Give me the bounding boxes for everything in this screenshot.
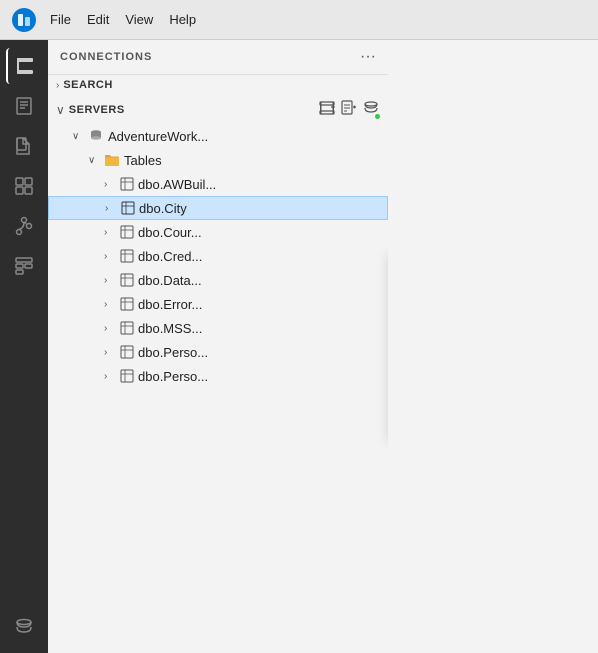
tree-view: ∨ AdventureWork... ∨ Tables › <box>48 124 388 653</box>
servers-chevron: ∨ <box>56 103 65 117</box>
activity-icon-files[interactable] <box>6 128 42 164</box>
servers-left: ∨ SERVERS <box>56 103 125 117</box>
adventureworks-chevron: ∨ <box>72 131 84 142</box>
main-layout: CONNECTIONS ··· › SEARCH ∨ SERVERS <box>0 40 598 653</box>
perso1-chevron: › <box>104 347 116 358</box>
server-icon <box>88 128 104 144</box>
error-label: dbo.Error... <box>138 297 202 312</box>
city-chevron: › <box>105 203 117 214</box>
search-section[interactable]: › SEARCH <box>48 75 388 95</box>
cred-label: dbo.Cred... <box>138 249 202 264</box>
adventureworks-label: AdventureWork... <box>108 129 208 144</box>
city-label: dbo.City <box>139 201 187 216</box>
connected-dot <box>374 113 381 120</box>
tables-label: Tables <box>124 153 162 168</box>
table-icon-perso2 <box>120 369 134 383</box>
awbuil-chevron: › <box>104 179 116 190</box>
table-icon-error <box>120 297 134 311</box>
menu-help[interactable]: Help <box>169 12 196 27</box>
awbuil-label: dbo.AWBuil... <box>138 177 216 192</box>
app-logo <box>10 6 38 34</box>
activity-icon-extensions[interactable] <box>6 168 42 204</box>
tree-item-cred[interactable]: › dbo.Cred... <box>48 244 388 268</box>
menu-bar[interactable]: File Edit View Help <box>50 12 196 27</box>
activity-icon-notebooks[interactable] <box>6 88 42 124</box>
tree-item-city[interactable]: › dbo.City <box>48 196 388 220</box>
activity-bar <box>0 40 48 653</box>
panel-header: CONNECTIONS ··· <box>48 40 388 75</box>
perso1-label: dbo.Perso... <box>138 345 208 360</box>
mss-label: dbo.MSS... <box>138 321 202 336</box>
title-bar: File Edit View Help <box>0 0 598 40</box>
activity-icon-git[interactable] <box>6 208 42 244</box>
search-label: SEARCH <box>63 79 112 91</box>
menu-edit[interactable]: Edit <box>87 12 109 27</box>
servers-label: SERVERS <box>69 104 125 116</box>
tree-item-perso1[interactable]: › dbo.Perso... <box>48 340 388 364</box>
servers-section[interactable]: ∨ SERVERS <box>48 95 388 124</box>
table-icon-perso1 <box>120 345 134 359</box>
table-icon-city <box>121 201 135 215</box>
tree-item-tables[interactable]: ∨ Tables <box>48 148 388 172</box>
add-connection-button[interactable] <box>318 99 336 120</box>
new-query-button[interactable] <box>340 99 358 120</box>
tree-item-perso2[interactable]: › dbo.Perso... <box>48 364 388 388</box>
table-icon-cred <box>120 249 134 263</box>
panel-title: CONNECTIONS <box>60 51 152 63</box>
table-icon <box>120 177 134 191</box>
table-icon-mss <box>120 321 134 335</box>
error-chevron: › <box>104 299 116 310</box>
cred-chevron: › <box>104 251 116 262</box>
perso2-label: dbo.Perso... <box>138 369 208 384</box>
data-label: dbo.Data... <box>138 273 202 288</box>
cour-chevron: › <box>104 227 116 238</box>
panel-more-button[interactable]: ··· <box>360 48 376 66</box>
menu-view[interactable]: View <box>125 12 153 27</box>
folder-icon <box>104 152 120 168</box>
content-area <box>388 40 598 653</box>
activity-icon-connections[interactable] <box>6 48 42 84</box>
tree-item-data[interactable]: › dbo.Data... <box>48 268 388 292</box>
sidebar-panel: CONNECTIONS ··· › SEARCH ∨ SERVERS <box>48 40 388 653</box>
search-chevron: › <box>56 80 59 91</box>
activity-icon-database[interactable] <box>6 609 42 645</box>
tree-item-awbuil[interactable]: › dbo.AWBuil... <box>48 172 388 196</box>
menu-file[interactable]: File <box>50 12 71 27</box>
cour-label: dbo.Cour... <box>138 225 202 240</box>
tree-item-cour[interactable]: › dbo.Cour... <box>48 220 388 244</box>
tree-item-adventureworks[interactable]: ∨ AdventureWork... <box>48 124 388 148</box>
connected-server-indicator <box>362 99 380 120</box>
perso2-chevron: › <box>104 371 116 382</box>
tree-item-error[interactable]: › dbo.Error... <box>48 292 388 316</box>
activity-icon-schema[interactable] <box>6 248 42 284</box>
table-icon-data <box>120 273 134 287</box>
data-chevron: › <box>104 275 116 286</box>
table-icon-cour <box>120 225 134 239</box>
mss-chevron: › <box>104 323 116 334</box>
servers-toolbar <box>318 99 380 120</box>
tree-item-mss[interactable]: › dbo.MSS... <box>48 316 388 340</box>
tables-chevron: ∨ <box>88 155 100 166</box>
